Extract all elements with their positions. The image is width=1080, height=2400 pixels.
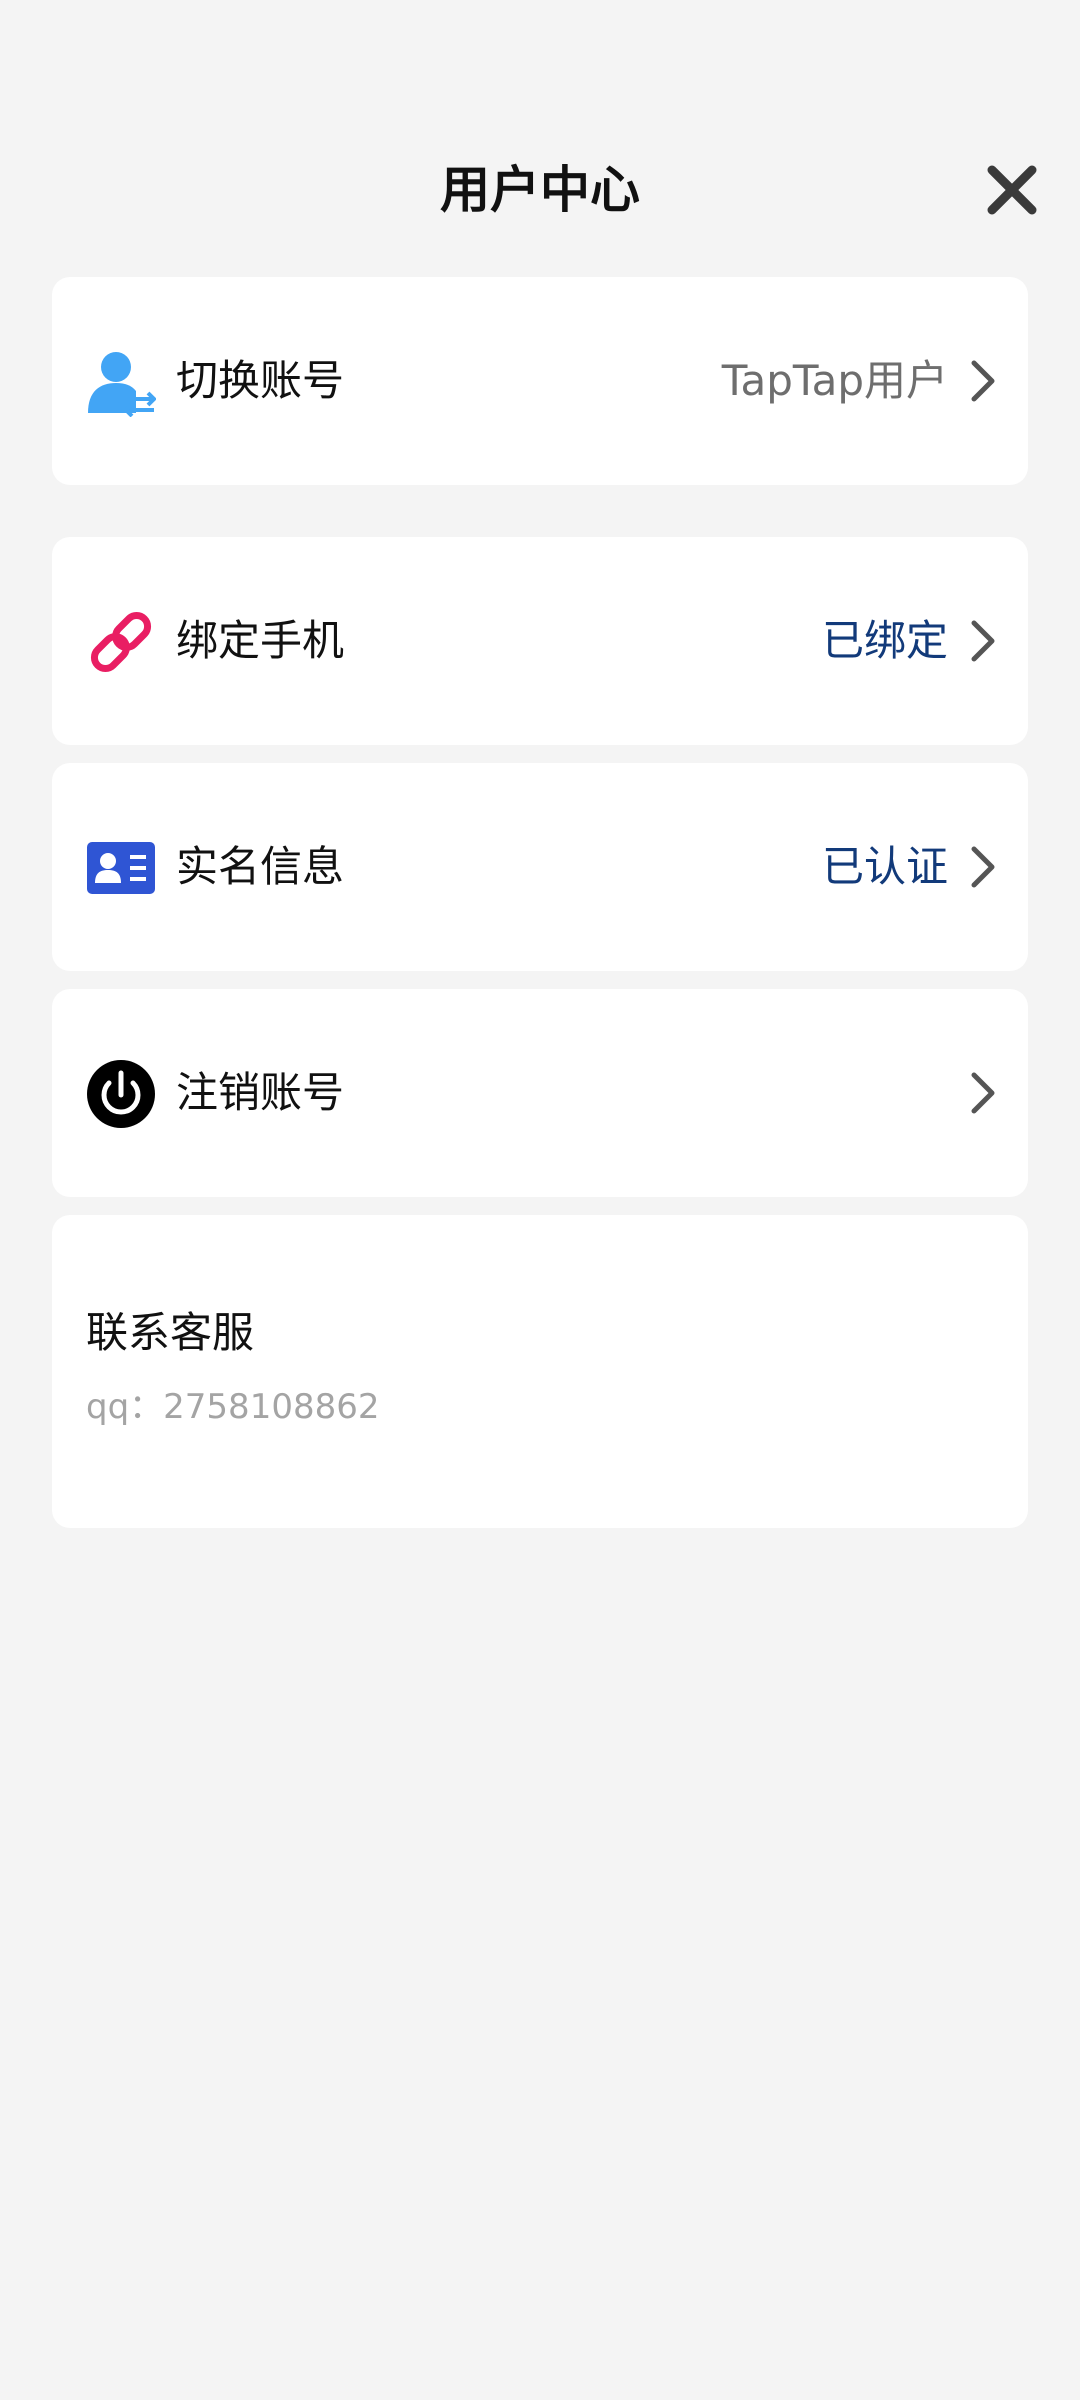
user-center-page: 用户中心 切换账号 TapTap用户 绑定手机 已绑定 实名信息 已认证 注销账… [0, 0, 1080, 2400]
switch-account-label: 切换账号 [176, 356, 345, 405]
bind-phone-label: 绑定手机 [176, 616, 345, 665]
delete-account-row[interactable]: 注销账号 [52, 989, 1028, 1197]
contact-support-card: 联系客服 qq：2758108862 [52, 1215, 1028, 1528]
link-icon [90, 611, 152, 673]
chevron-right-icon [971, 360, 995, 402]
chevron-right-icon [971, 846, 995, 888]
switch-account-row[interactable]: 切换账号 TapTap用户 [52, 277, 1028, 485]
close-button[interactable] [984, 162, 1040, 218]
real-name-label: 实名信息 [176, 842, 345, 891]
real-name-row[interactable]: 实名信息 已认证 [52, 763, 1028, 971]
current-account-value: TapTap用户 [721, 356, 948, 405]
page-title: 用户中心 [440, 161, 640, 219]
contact-support-title: 联系客服 [86, 1308, 255, 1357]
close-icon [987, 165, 1037, 215]
id-card-icon [87, 842, 155, 894]
chevron-right-icon [971, 620, 995, 662]
real-name-status: 已认证 [821, 842, 948, 891]
header: 用户中心 [0, 140, 1080, 240]
contact-qq-number: qq：2758108862 [86, 1387, 380, 1427]
power-icon [87, 1060, 155, 1128]
user-switch-icon [88, 352, 156, 417]
bind-phone-status: 已绑定 [821, 616, 948, 665]
bind-phone-row[interactable]: 绑定手机 已绑定 [52, 537, 1028, 745]
delete-account-label: 注销账号 [176, 1068, 345, 1117]
chevron-right-icon [971, 1072, 995, 1114]
